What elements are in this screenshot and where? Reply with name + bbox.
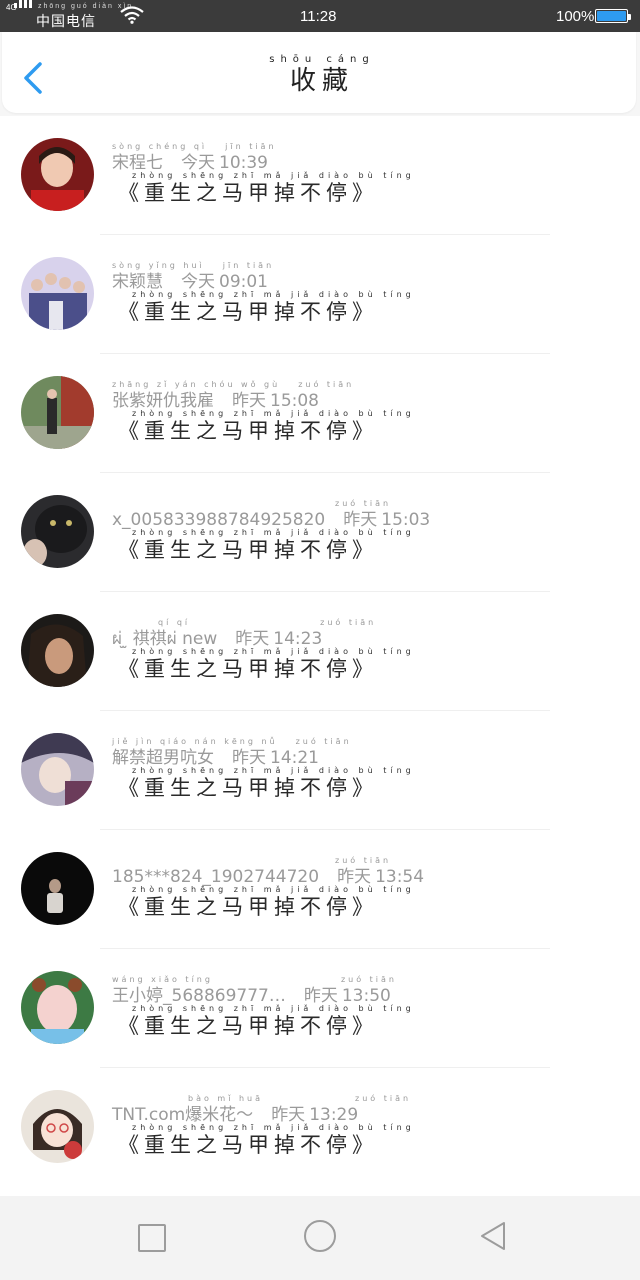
header: shōu cáng 收藏 <box>0 32 640 116</box>
home-circle-icon[interactable] <box>304 1220 336 1252</box>
avatar[interactable] <box>21 1090 94 1163</box>
carrier-name: 中国电信 <box>36 13 96 29</box>
sender-name: 张紫妍仇我雇 <box>112 391 214 411</box>
battery-icon <box>595 9 631 23</box>
item-content: zhòng shēng zhī mǎ jiǎ diào bù tíng 《重生之… <box>118 1123 415 1157</box>
item-title: 《重生之马甲掉不停》 <box>118 538 378 562</box>
system-nav-bar <box>0 1196 640 1280</box>
recent-apps-square-icon[interactable] <box>138 1224 166 1252</box>
item-content: zhòng shēng zhī mǎ jiǎ diào bù tíng 《重生之… <box>118 171 415 205</box>
item-meta: qí qí zuó tiān ผ่ ̫ 祺祺ผ่ new 昨天 14:23 <box>112 618 377 649</box>
back-triangle-icon[interactable] <box>478 1220 508 1252</box>
avatar[interactable] <box>21 614 94 687</box>
header-card: shōu cáng 收藏 <box>2 32 636 113</box>
clock: 11:28 <box>300 8 337 25</box>
item-day: 昨天 <box>232 391 266 411</box>
item-time: 14:21 <box>270 748 319 768</box>
page-title-pinyin: shōu cáng <box>269 54 375 65</box>
item-content: zhòng shēng zhī mǎ jiǎ diào bù tíng 《重生之… <box>118 1004 415 1038</box>
item-meta: jiě jìn qiáo nán kēng nǚ zuó tiān 解禁超男吭女昨… <box>112 737 352 768</box>
status-bar: 4G zhōng guó diàn xìn 中国电信 11:28 100% <box>0 0 640 32</box>
item-time: 15:08 <box>270 391 319 411</box>
item-content: zhòng shēng zhī mǎ jiǎ diào bù tíng 《重生之… <box>118 885 415 919</box>
item-meta: wáng xiǎo tíng zuó tiān 王小婷_568869777… 昨天 1… <box>112 975 397 1006</box>
avatar[interactable] <box>21 852 94 925</box>
list-item[interactable]: wáng xiǎo tíng zuó tiān 王小婷_568869777… 昨天 1… <box>0 949 640 1068</box>
item-day: 昨天 <box>303 986 338 1006</box>
list-item[interactable]: jiě jìn qiáo nán kēng nǚ zuó tiān 解禁超男吭女昨… <box>0 711 640 830</box>
sender-name: ผ่ ̫ 祺祺ผ่ new <box>112 629 218 649</box>
item-title: 《重生之马甲掉不停》 <box>118 657 378 681</box>
item-day: 今天 <box>181 153 215 173</box>
list-item[interactable]: zuó tiān 185***824_1902744720 昨天 13:54 zhò… <box>0 830 640 949</box>
item-meta: bào mǐ huā zuó tiān TNT.com爆米花～ 昨天 13:29 <box>112 1094 412 1125</box>
list-item[interactable]: zhāng zǐ yán chóu wǒ gù zuó tiān 张紫妍仇我雇 昨天… <box>0 354 640 473</box>
list-item[interactable]: qí qí zuó tiān ผ่ ̫ 祺祺ผ่ new 昨天 14:23 zhòng… <box>0 592 640 711</box>
avatar[interactable] <box>21 138 94 211</box>
sender-name: 宋颖慧 <box>112 272 163 292</box>
list-item[interactable]: bào mǐ huā zuó tiān TNT.com爆米花～ 昨天 13:29 zh… <box>0 1068 640 1187</box>
sender-name: TNT.com爆米花～ <box>112 1105 254 1125</box>
item-day: 今天 <box>181 272 215 292</box>
sender-name: 185***824_1902744720 <box>112 867 320 887</box>
item-time: 10:39 <box>219 153 268 173</box>
item-title: 《重生之马甲掉不停》 <box>118 776 378 800</box>
avatar[interactable] <box>21 733 94 806</box>
item-day: 昨天 <box>337 867 372 887</box>
item-meta: zhāng zǐ yán chóu wǒ gù zuó tiān 张紫妍仇我雇 昨天… <box>112 380 355 411</box>
list-item[interactable]: zuó tiān x_005833988784925820 昨天 15:03 zhò… <box>0 473 640 592</box>
avatar[interactable] <box>21 971 94 1044</box>
item-meta: sòng chéng qì jīn tiān 宋程七 今天 10:39 <box>112 142 277 173</box>
battery-percent: 100% <box>556 8 595 25</box>
item-title: 《重生之马甲掉不停》 <box>118 1133 378 1157</box>
item-time: 13:50 <box>341 986 391 1006</box>
page-title: shōu cáng 收藏 <box>2 54 640 96</box>
item-content: zhòng shēng zhī mǎ jiǎ diào bù tíng 《重生之… <box>118 528 415 562</box>
carrier-pinyin: zhōng guó diàn xìn <box>38 3 134 10</box>
list-item[interactable]: sòng chéng qì jīn tiān 宋程七 今天 10:39 zhòng s… <box>0 116 640 235</box>
page-title-text: 收藏 <box>289 66 354 96</box>
item-day: 昨天 <box>343 510 378 530</box>
item-content: zhòng shēng zhī mǎ jiǎ diào bù tíng 《重生之… <box>118 290 415 324</box>
item-title: 《重生之马甲掉不停》 <box>118 419 378 443</box>
avatar[interactable] <box>21 495 94 568</box>
item-day: 昨天 <box>271 1105 306 1125</box>
sender-name: 解禁超男吭女 <box>112 748 214 768</box>
item-title: 《重生之马甲掉不停》 <box>118 1014 378 1038</box>
item-day: 昨天 <box>235 629 270 649</box>
item-title: 《重生之马甲掉不停》 <box>118 181 378 205</box>
sender-name: 王小婷_568869777… <box>112 986 286 1006</box>
avatar[interactable] <box>21 376 94 449</box>
list-item[interactable]: sòng yǐng huì jīn tiān 宋颖慧 今天 09:01 zhòng s… <box>0 235 640 354</box>
item-day: 昨天 <box>232 748 266 768</box>
item-meta: zuó tiān 185***824_1902744720 昨天 13:54 <box>112 856 425 887</box>
item-meta: zuó tiān x_005833988784925820 昨天 15:03 <box>112 499 431 530</box>
item-time: 15:03 <box>381 510 431 530</box>
item-time: 14:23 <box>273 629 323 649</box>
item-time: 13:54 <box>375 867 425 887</box>
sender-name: x_005833988784925820 <box>112 510 326 530</box>
item-content: zhòng shēng zhī mǎ jiǎ diào bù tíng 《重生之… <box>118 766 415 800</box>
sender-name: 宋程七 <box>112 153 163 173</box>
item-meta: sòng yǐng huì jīn tiān 宋颖慧 今天 09:01 <box>112 261 275 292</box>
item-title: 《重生之马甲掉不停》 <box>118 300 378 324</box>
item-title: 《重生之马甲掉不停》 <box>118 895 378 919</box>
wifi-icon <box>120 6 144 24</box>
avatar[interactable] <box>21 257 94 330</box>
item-time: 13:29 <box>309 1105 359 1125</box>
item-content: zhòng shēng zhī mǎ jiǎ diào bù tíng 《重生之… <box>118 647 415 681</box>
item-time: 09:01 <box>219 272 268 292</box>
item-content: zhòng shēng zhī mǎ jiǎ diào bù tíng 《重生之… <box>118 409 415 443</box>
